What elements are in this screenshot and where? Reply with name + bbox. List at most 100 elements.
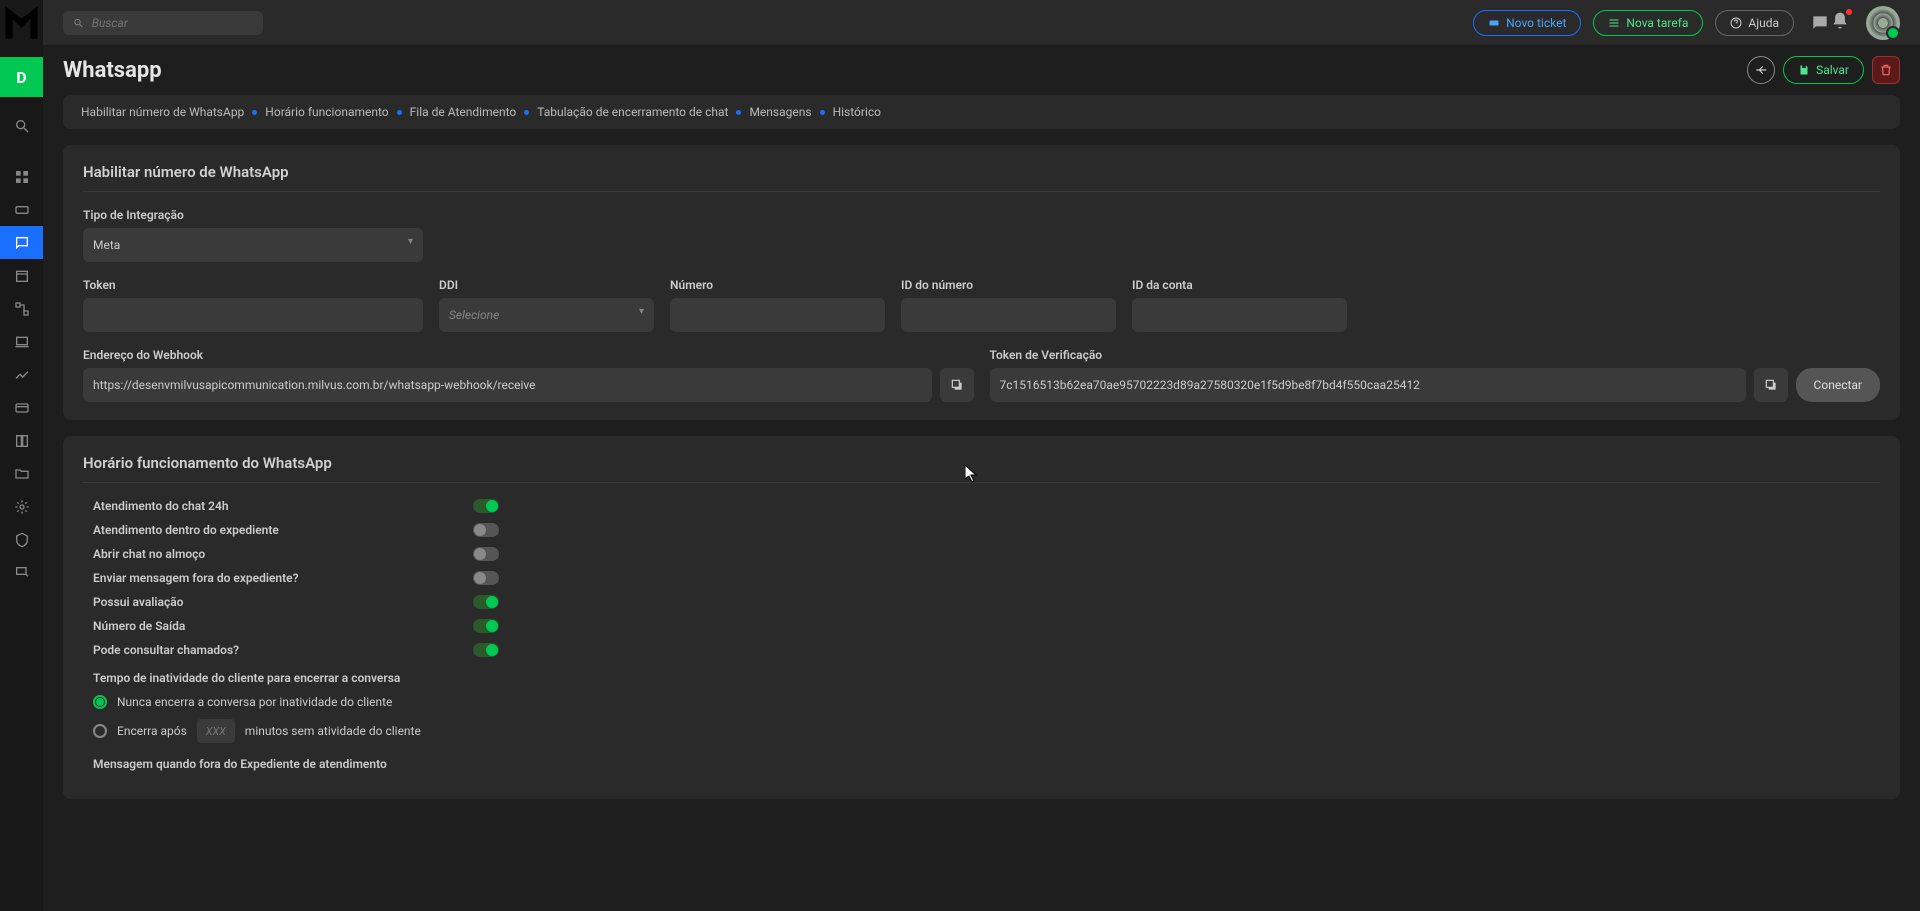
tab-fila[interactable]: Fila de Atendimento [410, 105, 517, 119]
copy-token-button[interactable] [1754, 368, 1788, 402]
opt-label-almoco: Abrir chat no almoço [93, 547, 473, 561]
opt-label-chat24h: Atendimento do chat 24h [93, 499, 473, 513]
tab-separator-icon [524, 110, 529, 115]
sidebar-item-security[interactable] [0, 523, 43, 556]
messages-icon[interactable] [1810, 13, 1830, 33]
msg-fora-heading: Mensagem quando fora do Expediente de at… [93, 757, 1880, 771]
new-task-label: Nova tarefa [1626, 16, 1688, 30]
sidebar-item-flow[interactable] [0, 292, 43, 325]
trash-icon [1879, 63, 1893, 77]
radio-nunca-label: Nunca encerra a conversa por inatividade… [117, 695, 392, 709]
toggle-chat24h[interactable] [473, 499, 499, 513]
tab-separator-icon [397, 110, 402, 115]
webhook-label: Endereço do Webhook [83, 348, 974, 362]
tab-horario[interactable]: Horário funcionamento [265, 105, 388, 119]
section-horario: Horário funcionamento do WhatsApp Atendi… [63, 436, 1900, 799]
sidebar-item-folder[interactable] [0, 457, 43, 490]
global-search[interactable] [63, 11, 263, 35]
topbar: Novo ticket Nova tarefa Ajuda [43, 0, 1920, 45]
ddi-label: DDI [439, 278, 654, 292]
toggle-expediente[interactable] [473, 523, 499, 537]
sidebar-workspace-badge[interactable]: D [0, 57, 43, 97]
numero-label: Número [670, 278, 885, 292]
tipo-select[interactable] [83, 228, 423, 262]
opt-label-expediente: Atendimento dentro do expediente [93, 523, 473, 537]
section-habilitar-title: Habilitar número de WhatsApp [83, 163, 1880, 192]
new-ticket-label: Novo ticket [1506, 16, 1566, 30]
toggle-avaliacao[interactable] [473, 595, 499, 609]
timeout-heading: Tempo de inatividade do cliente para enc… [93, 671, 1880, 685]
sidebar-item-calendar[interactable] [0, 259, 43, 292]
opt-label-avaliacao: Possui avaliação [93, 595, 473, 609]
help-button[interactable]: Ajuda [1715, 10, 1794, 36]
token-ver-input[interactable] [990, 368, 1746, 402]
numero-input[interactable] [670, 298, 885, 332]
app-logo[interactable] [0, 0, 43, 45]
opt-label-saida: Número de Saída [93, 619, 473, 633]
section-habilitar: Habilitar número de WhatsApp Tipo de Int… [63, 145, 1900, 420]
help-icon [1730, 17, 1742, 29]
copy-icon [950, 378, 964, 392]
section-horario-title: Horário funcionamento do WhatsApp [83, 454, 1880, 483]
sidebar-item-dashboard[interactable] [0, 160, 43, 193]
page-header: Whatsapp Salvar [63, 45, 1900, 95]
id-numero-input[interactable] [901, 298, 1116, 332]
webhook-input[interactable] [83, 368, 932, 402]
sidebar-item-devices[interactable] [0, 325, 43, 358]
sidebar-item-tickets[interactable] [0, 193, 43, 226]
radio-encerra-label-b: minutos sem atividade do cliente [245, 724, 421, 738]
tab-historico[interactable]: Histórico [833, 105, 881, 119]
sidebar-item-settings[interactable] [0, 490, 43, 523]
list-icon [1608, 17, 1620, 29]
sidebar-item-remote[interactable] [0, 556, 43, 589]
opt-label-consultar: Pode consultar chamados? [93, 643, 473, 657]
user-avatar[interactable] [1866, 6, 1900, 40]
back-button[interactable] [1747, 56, 1775, 84]
save-button[interactable]: Salvar [1783, 56, 1864, 84]
search-icon [73, 17, 84, 29]
ddi-select[interactable] [439, 298, 654, 332]
radio-nunca-encerra[interactable] [93, 695, 107, 709]
sidebar-item-knowledge[interactable] [0, 424, 43, 457]
new-ticket-button[interactable]: Novo ticket [1473, 10, 1581, 36]
sidebar: D [0, 0, 43, 911]
id-numero-label: ID do número [901, 278, 1116, 292]
bell-icon [1830, 11, 1850, 31]
anchor-tabs: Habilitar número de WhatsApp Horário fun… [63, 95, 1900, 129]
token-label: Token [83, 278, 423, 292]
delete-button[interactable] [1872, 56, 1900, 84]
radio-encerra-apos[interactable] [93, 724, 107, 738]
copy-webhook-button[interactable] [940, 368, 974, 402]
notifications-button[interactable] [1830, 11, 1850, 35]
save-icon [1798, 64, 1810, 76]
help-label: Ajuda [1748, 16, 1779, 30]
id-conta-label: ID da conta [1132, 278, 1347, 292]
page-title: Whatsapp [63, 58, 162, 83]
sidebar-item-billing[interactable] [0, 391, 43, 424]
tab-separator-icon [252, 110, 257, 115]
save-label: Salvar [1816, 63, 1849, 77]
tab-mensagens[interactable]: Mensagens [749, 105, 811, 119]
copy-icon [1764, 378, 1778, 392]
id-conta-input[interactable] [1132, 298, 1347, 332]
ticket-icon [1488, 17, 1500, 29]
sidebar-item-search[interactable] [0, 109, 43, 142]
minutos-input[interactable] [197, 719, 235, 743]
token-ver-label: Token de Verificação [990, 348, 1881, 362]
tipo-label: Tipo de Integração [83, 208, 423, 222]
tab-tabulacao[interactable]: Tabulação de encerramento de chat [537, 105, 728, 119]
tab-separator-icon [820, 110, 825, 115]
toggle-consultar[interactable] [473, 643, 499, 657]
token-input[interactable] [83, 298, 423, 332]
tab-habilitar[interactable]: Habilitar número de WhatsApp [81, 105, 244, 119]
conectar-button[interactable]: Conectar [1796, 368, 1880, 402]
sidebar-item-charts[interactable] [0, 358, 43, 391]
tab-separator-icon [736, 110, 741, 115]
new-task-button[interactable]: Nova tarefa [1593, 10, 1703, 36]
toggle-saida[interactable] [473, 619, 499, 633]
toggle-almoco[interactable] [473, 547, 499, 561]
main-content: Whatsapp Salvar Habilitar número de What… [43, 45, 1920, 911]
search-input[interactable] [92, 16, 253, 30]
sidebar-item-chat[interactable] [0, 226, 43, 259]
toggle-fora-expediente[interactable] [473, 571, 499, 585]
